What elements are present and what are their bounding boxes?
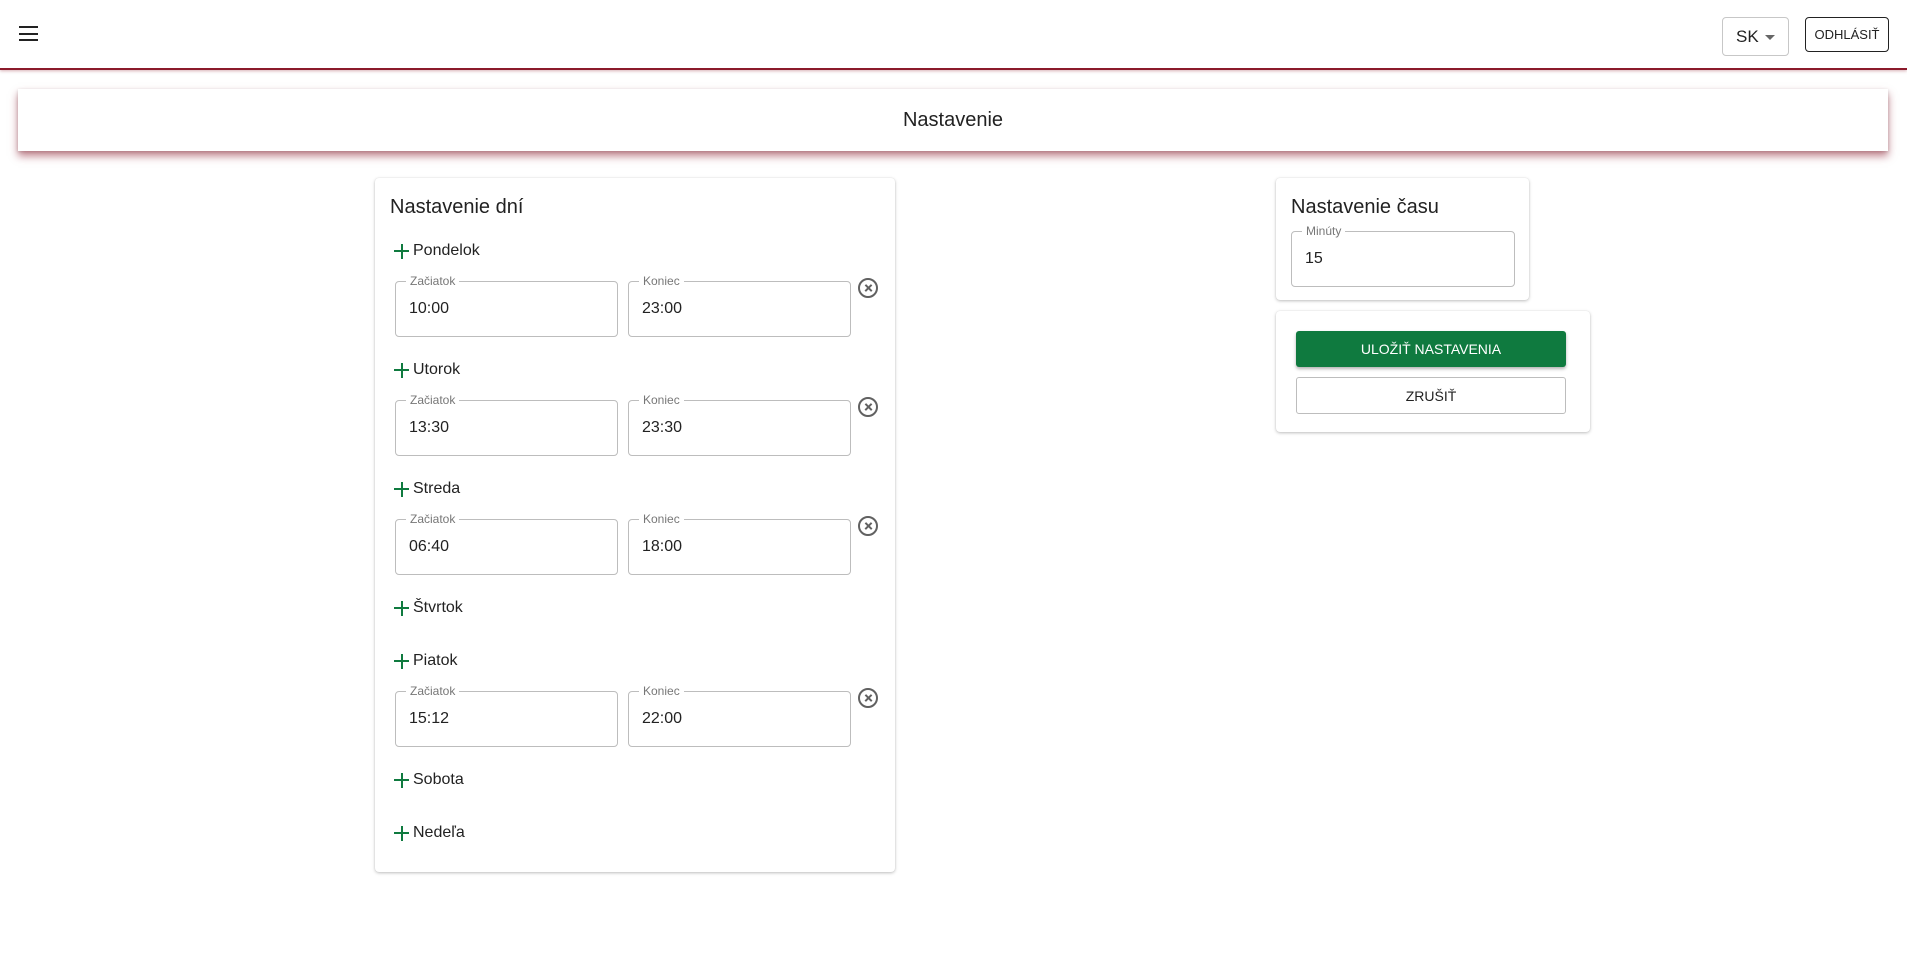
end-time-field-utorok[interactable]: Koniec 23:30 [628,393,851,456]
field-label: Koniec [639,393,684,407]
day-add-stvrtok[interactable]: Štvrtok [394,599,463,617]
cancel-button[interactable]: ZRUŠIŤ [1296,377,1566,414]
day-label: Piatok [413,652,458,669]
day-label: Pondelok [413,242,480,259]
plus-icon [394,772,409,788]
field-label: Začiatok [406,684,460,698]
close-circle-icon[interactable] [858,516,878,536]
day-label: Utorok [413,361,461,378]
day-label: Sobota [413,771,464,788]
field-value: 23:30 [642,419,683,436]
close-circle-icon[interactable] [858,397,878,417]
field-value: 15:12 [409,710,450,727]
plus-icon [394,243,409,259]
day-add-streda[interactable]: Streda [394,480,460,498]
field-label: Začiatok [406,393,460,407]
caret-down-icon [1765,35,1775,40]
language-value: SK [1736,26,1759,46]
minutes-field[interactable]: Minúty 15 [1291,224,1515,287]
actions-card: ULOŽIŤ NASTAVENIA ZRUŠIŤ [1276,311,1590,432]
field-value: 06:40 [409,538,450,555]
page-title: Nastavenie [902,108,1004,131]
plus-icon [394,653,409,669]
start-time-field-piatok[interactable]: Začiatok 15:12 [395,684,618,747]
field-label: Začiatok [406,274,460,288]
plus-icon [394,362,409,378]
field-label: Koniec [639,684,684,698]
end-time-field-piatok[interactable]: Koniec 22:00 [628,684,851,747]
day-label: Streda [413,480,461,497]
plus-icon [394,600,409,616]
hamburger-menu-icon[interactable] [14,22,40,46]
days-settings-title: Nastavenie dní [390,196,524,218]
field-value: 18:00 [642,538,683,555]
close-circle-icon[interactable] [858,278,878,298]
field-value: 23:00 [642,300,683,317]
day-add-nedela[interactable]: Nedeľa [394,824,465,842]
time-settings-card: Nastavenie času Minúty 15 [1276,178,1529,300]
day-label: Nedeľa [413,824,465,841]
start-time-field-pondelok[interactable]: Začiatok 10:00 [395,274,618,337]
end-time-field-pondelok[interactable]: Koniec 23:00 [628,274,851,337]
start-time-field-streda[interactable]: Začiatok 06:40 [395,512,618,575]
day-add-utorok[interactable]: Utorok [394,361,460,379]
day-label: Štvrtok [413,599,463,616]
logout-button[interactable]: ODHLÁSIŤ [1805,17,1889,52]
plus-icon [394,481,409,497]
field-label: Minúty [1302,224,1346,238]
day-add-pondelok[interactable]: Pondelok [394,242,480,260]
language-select[interactable]: SK [1722,17,1789,56]
day-add-piatok[interactable]: Piatok [394,652,457,670]
field-value: 10:00 [409,300,450,317]
field-value: 22:00 [642,710,683,727]
plus-icon [394,825,409,841]
save-settings-button[interactable]: ULOŽIŤ NASTAVENIA [1296,331,1566,367]
page-header: Nastavenie [18,89,1888,151]
top-app-bar: SK ODHLÁSIŤ [0,0,1907,70]
day-add-sobota[interactable]: Sobota [394,771,464,789]
field-value: 15 [1305,250,1323,267]
field-value: 13:30 [409,419,450,436]
field-label: Koniec [639,274,684,288]
days-settings-card: Nastavenie dní Pondelok Začiatok 10:00 K… [375,178,895,872]
close-circle-icon[interactable] [858,688,878,708]
field-label: Koniec [639,512,684,526]
end-time-field-streda[interactable]: Koniec 18:00 [628,512,851,575]
field-label: Začiatok [406,512,460,526]
time-settings-title: Nastavenie času [1291,196,1439,218]
start-time-field-utorok[interactable]: Začiatok 13:30 [395,393,618,456]
